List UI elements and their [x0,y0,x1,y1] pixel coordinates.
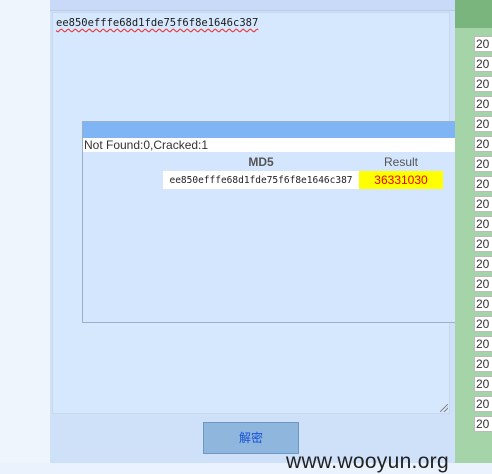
list-item[interactable]: 20 [474,396,492,412]
list-item[interactable]: 20 [474,216,492,232]
list-item[interactable]: 20 [474,196,492,212]
list-item[interactable]: 20 [474,36,492,52]
column-header-result: Result [383,155,418,169]
list-item[interactable]: 20 [474,416,492,432]
row-result-cell: 36331030 [359,171,443,189]
list-item[interactable]: 20 [474,136,492,152]
list-item[interactable]: 20 [474,256,492,272]
decrypt-button[interactable]: 解密 [203,422,299,454]
list-item[interactable]: 20 [474,176,492,192]
list-item[interactable]: 20 [474,336,492,352]
hash-input-text: ee850efffe68d1fde75f6f8e1646c387 [56,17,259,29]
watermark-site-text: www.wooyun.org [286,450,449,473]
list-item[interactable]: 20 [474,296,492,312]
list-item[interactable]: 20 [474,116,492,132]
popup-status: Not Found:0,Cracked:1 [83,138,491,152]
cracked-result-value: 36331030 [359,171,443,189]
right-panel-header [455,0,492,28]
panel-top-bar [50,0,455,11]
row-md5-cell: ee850efffe68d1fde75f6f8e1646c387 [163,171,359,189]
list-item[interactable]: 20 [474,96,492,112]
list-item[interactable]: 20 [474,356,492,372]
list-item[interactable]: 20 [474,236,492,252]
result-table: MD5 Result ee850efffe68d1fde75f6f8e1646c… [163,153,443,189]
list-item[interactable]: 20 [474,156,492,172]
popup-titlebar[interactable] [83,122,491,138]
list-item[interactable]: 20 [474,56,492,72]
column-header-md5: MD5 [248,155,274,169]
list-item[interactable]: 20 [474,376,492,392]
left-strip [0,0,50,463]
result-popup: Not Found:0,Cracked:1 MD5 Result ee850ef… [82,121,492,323]
side-list: 20 20 20 20 20 20 20 20 20 20 20 20 20 2… [474,36,492,436]
resize-grip-icon[interactable] [440,404,448,412]
right-side-panel: 20 20 20 20 20 20 20 20 20 20 20 20 20 2… [455,0,492,463]
list-item[interactable]: 20 [474,316,492,332]
list-item[interactable]: 20 [474,76,492,92]
table-header-row: MD5 Result [163,153,443,171]
table-row: ee850efffe68d1fde75f6f8e1646c387 3633103… [163,171,443,189]
list-item[interactable]: 20 [474,276,492,292]
